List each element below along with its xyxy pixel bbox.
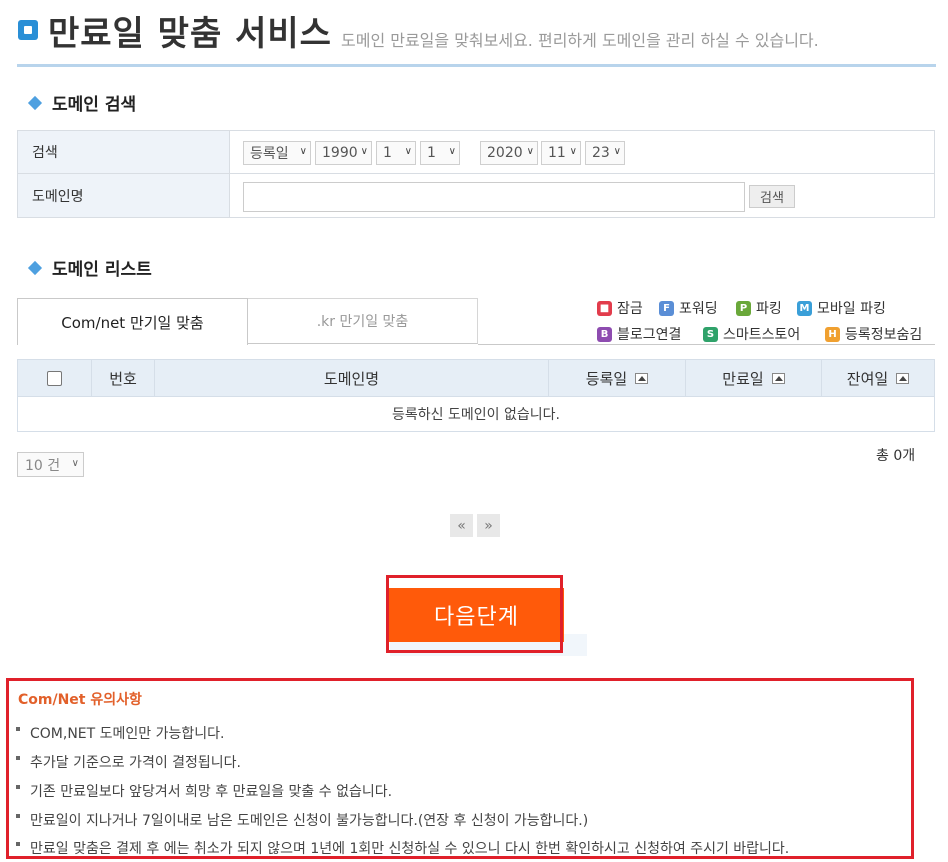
diamond-bullet-icon <box>27 95 43 110</box>
highlight-outline <box>386 575 563 653</box>
legend-lock: ■ 잠금 <box>597 298 643 318</box>
tab-baseline <box>478 344 935 345</box>
search-section-heading: 도메인 검색 <box>27 90 136 115</box>
hide-registration-icon: H <box>825 326 840 342</box>
notice-item: 만료일 맞춤은 결제 후 에는 취소가 되지 않으며 1년에 1회만 신청하실 … <box>16 838 789 858</box>
next-page-button[interactable]: » <box>477 514 500 537</box>
smartstore-icon: S <box>703 326 718 342</box>
legend-smartstore: S 스마트스토어 <box>703 324 800 344</box>
chevron-down-icon: ∨ <box>71 458 79 469</box>
legend-parking: P 파킹 <box>736 298 782 318</box>
col-registered[interactable]: 등록일 <box>549 360 686 396</box>
bullet-icon <box>16 756 20 760</box>
forwarding-icon: F <box>659 300 674 316</box>
search-domain-row: 도메인명 검색 <box>18 174 934 217</box>
chevron-down-icon: ∨ <box>526 146 534 157</box>
sort-up-icon[interactable] <box>635 372 649 384</box>
chevron-down-icon: ∨ <box>569 146 577 157</box>
search-label: 검색 <box>18 131 230 173</box>
to-year-select[interactable]: 2020 ∨ <box>480 141 538 165</box>
notice-item: 기존 만료일보다 앞당겨서 희망 후 만료일을 맞출 수 없습니다. <box>16 781 392 801</box>
bullet-icon <box>16 842 20 846</box>
page-size-select[interactable]: 10 건 ∨ <box>17 452 84 477</box>
domain-list-header: 번호 도메인명 등록일 만료일 잔여일 <box>17 359 935 397</box>
col-domain: 도메인명 <box>155 360 549 396</box>
search-button[interactable]: 검색 <box>749 185 795 208</box>
parking-icon: P <box>736 300 751 316</box>
lock-icon: ■ <box>597 300 612 316</box>
total-count: 총 0개 <box>876 448 916 464</box>
search-form: 검색 등록일∨ 1990∨ 1∨ 1∨ ~ 2020∨ 11∨ 23∨ 도메인명… <box>17 130 935 218</box>
notice-item: 추가달 기준으로 가격이 결정됩니다. <box>16 752 241 772</box>
search-date-row: 검색 등록일∨ 1990∨ 1∨ 1∨ ~ 2020∨ 11∨ 23∨ <box>18 131 934 174</box>
bullet-icon <box>16 814 20 818</box>
prev-page-button[interactable]: « <box>450 514 473 537</box>
tab-comnet-expiry[interactable]: Com/net 만기일 맞춤 <box>17 298 248 345</box>
chevron-down-icon: ∨ <box>360 146 368 157</box>
select-all-checkbox[interactable] <box>47 370 62 386</box>
legend-forwarding: F 포워딩 <box>659 298 718 318</box>
from-year-select[interactable]: 1990 ∨ <box>315 141 372 165</box>
chevron-down-icon: ∨ <box>613 146 621 157</box>
diamond-bullet-icon <box>27 260 43 275</box>
list-section-heading: 도메인 리스트 <box>27 255 152 280</box>
title-square-icon <box>18 20 38 40</box>
page-title: 만료일 맞춤 서비스 <box>48 14 332 54</box>
col-number: 번호 <box>92 360 155 396</box>
blog-link-icon: B <box>597 326 612 342</box>
select-all-cell <box>18 360 92 396</box>
header-divider <box>17 64 936 67</box>
page-subtitle: 도메인 만료일을 맞춰보세요. 편리하게 도메인을 관리 하실 수 있습니다. <box>341 31 819 50</box>
bullet-icon <box>16 785 20 789</box>
notice-item: 만료일이 지나거나 7일이내로 남은 도메인은 신청이 불가능합니다.(연장 후… <box>16 810 588 830</box>
from-month-select[interactable]: 1 ∨ <box>376 141 416 165</box>
sort-up-icon[interactable] <box>896 372 910 384</box>
notice-title: Com/Net 유의사항 <box>18 692 142 708</box>
to-day-select[interactable]: 23 ∨ <box>585 141 625 165</box>
chevron-down-icon: ∨ <box>404 146 412 157</box>
notice-box: Com/Net 유의사항 COM,NET 도메인만 가능합니다. 추가달 기준으… <box>6 678 914 859</box>
domain-search-input[interactable] <box>243 182 745 212</box>
col-remaining[interactable]: 잔여일 <box>822 360 934 396</box>
legend-mobile-parking: M 모바일 파킹 <box>797 298 886 318</box>
legend-hide-registration: H 등록정보숨김 <box>825 324 922 344</box>
notice-item: COM,NET 도메인만 가능합니다. <box>16 723 224 743</box>
to-month-select[interactable]: 11 ∨ <box>541 141 581 165</box>
from-day-select[interactable]: 1 ∨ <box>420 141 460 165</box>
mobile-parking-icon: M <box>797 300 812 316</box>
empty-list-message: 등록하신 도메인이 없습니다. <box>17 397 935 432</box>
legend-blog-link: B 블로그연결 <box>597 324 681 344</box>
bullet-icon <box>16 727 20 731</box>
sort-up-icon[interactable] <box>771 372 785 384</box>
tab-kr-expiry[interactable]: .kr 만기일 맞춤 <box>248 298 478 344</box>
chevron-down-icon: ∨ <box>299 146 307 157</box>
chevron-down-icon: ∨ <box>448 146 456 157</box>
col-expiry[interactable]: 만료일 <box>686 360 822 396</box>
domain-label: 도메인명 <box>18 174 230 217</box>
date-type-select[interactable]: 등록일 ∨ <box>243 141 311 165</box>
